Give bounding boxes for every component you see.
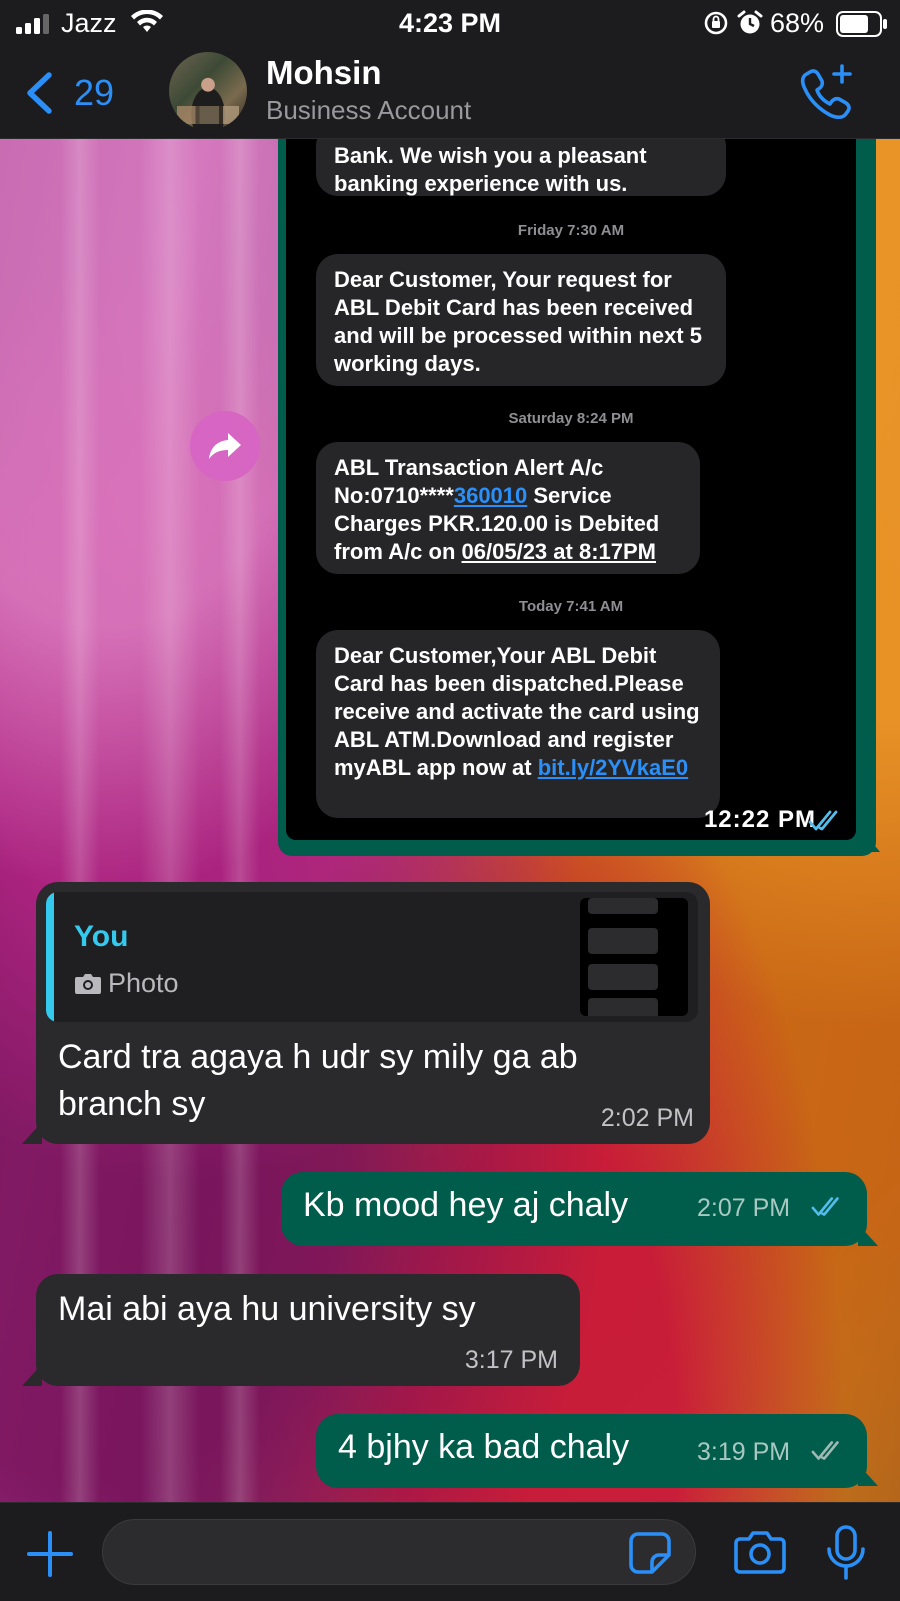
quote-kind: Photo — [108, 968, 179, 998]
alarm-icon — [737, 10, 763, 34]
sms-link[interactable]: bit.ly/2YVkaE0 — [538, 755, 688, 780]
orientation-lock-icon — [704, 11, 728, 35]
battery-icon — [836, 11, 887, 37]
unread-count: 29 — [74, 72, 115, 113]
sms-bubble: ABL Transaction Alert A/c No:0710****360… — [316, 442, 700, 574]
microphone-icon[interactable] — [826, 1525, 866, 1581]
thumbnail-bubble — [588, 898, 658, 914]
phone-plus-icon[interactable] — [798, 64, 854, 120]
contact-subtitle: Business Account — [266, 95, 472, 125]
back-button[interactable]: 29 — [24, 66, 114, 120]
message-time: 3:17 PM — [464, 1346, 558, 1374]
incoming-message[interactable]: Mai abi aya hu university sy 3:17 PM — [36, 1274, 580, 1386]
quoted-message[interactable]: You Photo — [46, 892, 698, 1022]
plus-icon[interactable] — [26, 1530, 74, 1578]
read-ticks-icon — [808, 810, 838, 831]
thumbnail-bubble — [588, 998, 658, 1016]
quote-thumbnail — [580, 898, 688, 1016]
sms-date: Today 7:41 AM — [518, 598, 624, 615]
sms-link[interactable]: 360010 — [454, 483, 527, 508]
quote-author: You — [74, 920, 129, 953]
sms-date: Saturday 8:24 PM — [508, 410, 634, 427]
sms-screenshot[interactable]: Bank. We wish you a pleasant banking exp… — [286, 138, 856, 840]
image-message[interactable]: Bank. We wish you a pleasant banking exp… — [278, 138, 876, 856]
sms-bubble: Bank. We wish you a pleasant banking exp… — [316, 138, 726, 196]
message-input[interactable] — [102, 1519, 696, 1585]
quote-accent-bar — [46, 892, 54, 1022]
message-text: Kb mood hey aj chaly — [303, 1186, 629, 1224]
camera-icon[interactable] — [734, 1529, 786, 1575]
incoming-message[interactable]: You Photo Card tra agaya h udr sy mily g… — [36, 882, 710, 1144]
camera-icon — [75, 974, 101, 994]
read-ticks-icon — [811, 1197, 839, 1216]
message-text: Mai abi aya hu university sy — [58, 1290, 476, 1328]
message-text: Card tra agaya h udr sy mily ga ab branc… — [58, 1038, 578, 1123]
forward-button[interactable] — [190, 411, 260, 481]
sticker-icon[interactable] — [628, 1531, 672, 1575]
battery-percent: 68% — [770, 8, 825, 38]
message-time: 2:07 PM — [697, 1194, 791, 1222]
chat-header: 29 Mohsin Business Account — [0, 48, 900, 139]
message-time: 12:22 PM — [703, 806, 816, 833]
contact-name[interactable]: Mohsin — [266, 54, 381, 92]
sms-text: Bank. We wish you a pleasant banking exp… — [334, 143, 647, 196]
thumbnail-bubble — [588, 928, 658, 954]
avatar[interactable] — [169, 52, 247, 130]
thumbnail-bubble — [588, 964, 658, 990]
delivered-ticks-icon — [811, 1441, 839, 1460]
sms-date-link[interactable]: 06/05/23 at 8:17PM — [462, 539, 656, 564]
status-bar: Jazz 4:23 PM 68% — [0, 0, 900, 48]
message-time: 2:02 PM — [600, 1104, 694, 1132]
chevron-left-icon — [27, 72, 52, 114]
sms-text: Dear Customer, Your request for ABL Debi… — [334, 267, 702, 376]
sms-bubble: Dear Customer,Your ABL Debit Card has be… — [316, 630, 720, 818]
sms-bubble: Dear Customer, Your request for ABL Debi… — [316, 254, 726, 386]
clock: 4:23 PM — [398, 8, 502, 38]
sms-date: Friday 7:30 AM — [517, 222, 625, 239]
outgoing-message[interactable]: Kb mood hey aj chaly 2:07 PM — [281, 1172, 867, 1246]
message-time: 3:19 PM — [697, 1438, 791, 1466]
outgoing-message[interactable]: 4 bjhy ka bad chaly 3:19 PM — [316, 1414, 867, 1488]
forward-arrow-icon — [209, 433, 241, 459]
message-composer — [0, 1502, 900, 1601]
message-text: 4 bjhy ka bad chaly — [338, 1428, 630, 1466]
